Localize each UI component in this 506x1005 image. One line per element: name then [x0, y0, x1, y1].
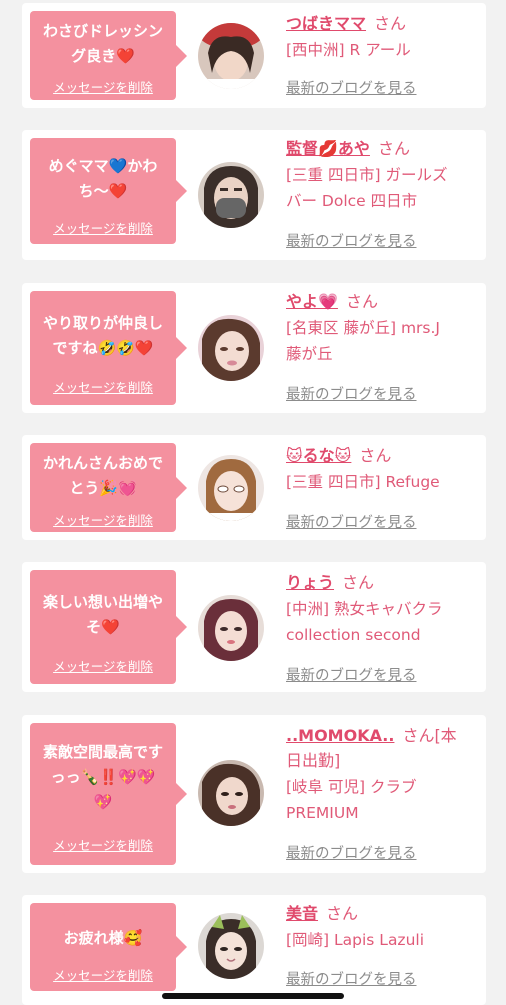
latest-blog-link[interactable]: 最新のブログを見る: [286, 77, 417, 98]
member-info: りょう さん [中洲] 熟女キャバクラ collection second: [286, 570, 482, 648]
member-name[interactable]: 監督💋あや: [286, 139, 370, 158]
latest-blog-link[interactable]: 最新のブログを見る: [286, 230, 417, 251]
home-indicator[interactable]: [162, 993, 344, 999]
member-info: 🐱るな🐱 さん [三重 四日市] Refuge: [286, 443, 482, 495]
shop-info: [三重 四日市] ガールズ バー Dolce 四日市: [286, 166, 448, 210]
message-card: お疲れ様🥰 メッセージを削除 美音 さん [岡崎] Lapis Lazuli 最新…: [22, 895, 486, 1005]
member-name[interactable]: りょう: [286, 573, 334, 592]
delete-message-link[interactable]: メッセージを削除: [30, 510, 176, 529]
shop-info: [西中洲] R アール: [286, 41, 411, 59]
message-text: わさびドレッシン グ良き❤️: [42, 22, 163, 65]
member-name[interactable]: 美音: [286, 904, 318, 923]
member-name[interactable]: ..MOMOKA..: [286, 726, 394, 745]
message-text: やり取りが仲良し ですね🤣🤣❤️: [42, 314, 163, 357]
name-line: 監督💋あや さん: [286, 136, 482, 161]
message-card: 素敵空間最高です っっ🍾‼️💖💖 💖 メッセージを削除 ..MOMOKA.. さん…: [22, 715, 486, 873]
message-bubble: めぐママ💙かわ ち〜❤️ メッセージを削除: [30, 138, 187, 244]
member-info: やよ💗 さん [名東区 藤が丘] mrs.J 藤が丘: [286, 289, 482, 367]
member-info: 監督💋あや さん [三重 四日市] ガールズ バー Dolce 四日市: [286, 136, 482, 214]
latest-blog-link[interactable]: 最新のブログを見る: [286, 842, 417, 863]
delete-message-link[interactable]: メッセージを削除: [30, 835, 176, 854]
message-card: わさびドレッシン グ良き❤️ メッセージを削除 つばきママ さん [西中洲] R …: [22, 3, 486, 108]
message-text: お疲れ様🥰: [63, 929, 143, 947]
name-line-continued: 日出勤]: [286, 751, 341, 770]
message-text: 楽しい想い出増や そ❤️: [42, 593, 163, 636]
avatar-image: [198, 760, 264, 826]
honorific: さん: [345, 292, 378, 311]
message-card: 楽しい想い出増や そ❤️ メッセージを削除 りょう さん [中洲] 熟女キャバクラ…: [22, 562, 486, 692]
honorific: さん: [342, 573, 375, 592]
avatar[interactable]: [198, 760, 264, 826]
shop-info: [中洲] 熟女キャバクラ collection second: [286, 600, 443, 644]
member-info: つばきママ さん [西中洲] R アール: [286, 11, 482, 63]
member-name[interactable]: つばきママ: [286, 14, 366, 33]
avatar-image: [198, 315, 264, 381]
avatar[interactable]: [198, 23, 264, 89]
member-info: ..MOMOKA.. さん[本 日出勤] [岐阜 可児] クラブ PREMIUM: [286, 723, 482, 826]
honorific: さん[本: [402, 726, 457, 745]
shop-info: [岡崎] Lapis Lazuli: [286, 931, 425, 949]
shop-info: [三重 四日市] Refuge: [286, 473, 440, 491]
message-bubble: わさびドレッシン グ良き❤️ メッセージを削除: [30, 11, 187, 100]
avatar-image: [198, 455, 264, 521]
delete-message-link[interactable]: メッセージを削除: [30, 656, 176, 675]
member-name[interactable]: やよ💗: [286, 292, 338, 311]
message-card: かれんさんおめで とう🎉💓 メッセージを削除 🐱るな🐱 さん [三重 四日市] R…: [22, 435, 486, 540]
avatar[interactable]: [198, 315, 264, 381]
message-bubble: お疲れ様🥰 メッセージを削除: [30, 903, 187, 991]
latest-blog-link[interactable]: 最新のブログを見る: [286, 511, 417, 532]
message-bubble: かれんさんおめで とう🎉💓 メッセージを削除: [30, 443, 187, 532]
delete-message-link[interactable]: メッセージを削除: [30, 77, 176, 96]
shop-info: [名東区 藤が丘] mrs.J 藤が丘: [286, 319, 440, 363]
message-card: めぐママ💙かわ ち〜❤️ メッセージを削除 監督💋あや さん [三重 四日市] ガ…: [22, 130, 486, 260]
latest-blog-link[interactable]: 最新のブログを見る: [286, 383, 417, 404]
name-line: やよ💗 さん: [286, 289, 482, 314]
shop-info: [岐阜 可児] クラブ PREMIUM: [286, 778, 417, 822]
avatar[interactable]: [198, 913, 264, 979]
name-line: 🐱るな🐱 さん: [286, 443, 482, 468]
latest-blog-link[interactable]: 最新のブログを見る: [286, 664, 417, 685]
delete-message-link[interactable]: メッセージを削除: [30, 965, 176, 984]
member-info: 美音 さん [岡崎] Lapis Lazuli: [286, 901, 482, 953]
avatar-image: [198, 162, 264, 228]
avatar-image: [198, 23, 264, 89]
message-bubble: 楽しい想い出増や そ❤️ メッセージを削除: [30, 570, 187, 684]
message-bubble: 素敵空間最高です っっ🍾‼️💖💖 💖 メッセージを削除: [30, 723, 187, 865]
delete-message-link[interactable]: メッセージを削除: [30, 377, 176, 396]
name-line: りょう さん: [286, 570, 482, 595]
name-line: ..MOMOKA.. さん[本: [286, 723, 482, 748]
avatar-image: [198, 913, 264, 979]
honorific: さん: [359, 446, 392, 465]
avatar-image: [198, 595, 264, 661]
honorific: さん: [326, 904, 359, 923]
avatar[interactable]: [198, 595, 264, 661]
name-line: つばきママ さん: [286, 11, 482, 36]
avatar[interactable]: [198, 162, 264, 228]
name-line: 美音 さん: [286, 901, 482, 926]
avatar[interactable]: [198, 455, 264, 521]
member-name[interactable]: 🐱るな🐱: [286, 446, 351, 465]
message-text: めぐママ💙かわ ち〜❤️: [48, 157, 158, 200]
message-card: やり取りが仲良し ですね🤣🤣❤️ メッセージを削除 やよ💗 さん [名東区 藤が丘…: [22, 283, 486, 413]
honorific: さん: [374, 14, 407, 33]
honorific: さん: [377, 139, 410, 158]
delete-message-link[interactable]: メッセージを削除: [30, 218, 176, 237]
message-text: かれんさんおめで とう🎉💓: [42, 454, 163, 497]
message-text: 素敵空間最高です っっ🍾‼️💖💖 💖: [42, 743, 163, 811]
message-bubble: やり取りが仲良し ですね🤣🤣❤️ メッセージを削除: [30, 291, 187, 405]
latest-blog-link[interactable]: 最新のブログを見る: [286, 968, 417, 989]
